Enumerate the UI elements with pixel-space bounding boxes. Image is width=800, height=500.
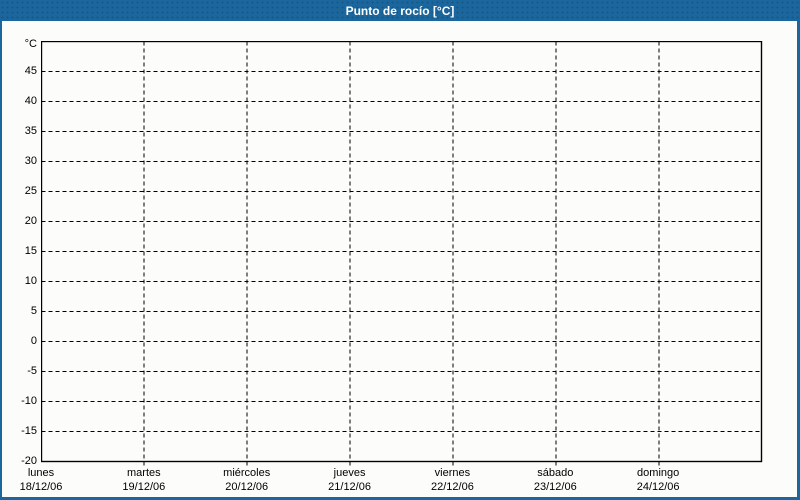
x-day-label: viernes 22/12/06 <box>431 466 474 494</box>
x-day-label: domingo 24/12/06 <box>637 466 680 494</box>
y-tick-label: 5 <box>30 305 37 317</box>
y-tick-label: 0 <box>30 335 37 347</box>
chart-area: °C 45 40 35 30 25 20 15 10 5 0 -5 -10 -15 -20 lunes 18/… <box>2 21 797 497</box>
y-axis-unit-label: °C <box>24 38 37 50</box>
y-tick-label: 20 <box>24 215 37 227</box>
day-name: sábado <box>537 467 574 479</box>
day-date: 23/12/06 <box>533 481 577 493</box>
y-tick-label: 10 <box>24 275 37 287</box>
day-date: 22/12/06 <box>431 481 474 493</box>
gridlines-and-axes <box>41 41 763 466</box>
dew-point-chart-widget: Punto de rocío [°C] °C 45 40 35 30 25 20 15 10 5 0… <box>0 0 800 500</box>
x-day-label: martes 19/12/06 <box>122 466 165 494</box>
day-date: 18/12/06 <box>19 481 63 493</box>
y-tick-label: 35 <box>24 125 37 137</box>
day-date: 20/12/06 <box>225 481 269 493</box>
y-tick-label: 40 <box>24 95 37 107</box>
day-name: jueves <box>333 467 366 479</box>
y-tick-label: -10 <box>21 395 37 407</box>
x-day-label: sábado 23/12/06 <box>534 466 577 494</box>
chart-title-bar: Punto de rocío [°C] <box>0 0 800 21</box>
plot-area <box>41 41 767 469</box>
day-name: viernes <box>434 467 471 479</box>
day-date: 21/12/06 <box>328 481 371 493</box>
y-tick-label: 25 <box>24 185 37 197</box>
day-date: 24/12/06 <box>636 481 680 493</box>
y-tick-label: -5 <box>27 365 37 377</box>
chart-title: Punto de rocío [°C] <box>345 3 455 18</box>
y-tick-label: 45 <box>24 65 37 77</box>
day-name: domingo <box>637 467 680 479</box>
y-tick-label: 15 <box>24 245 37 257</box>
day-name: martes <box>127 467 161 479</box>
day-name: miércoles <box>223 467 271 479</box>
day-date: 19/12/06 <box>122 481 166 493</box>
day-name: lunes <box>27 467 55 479</box>
y-tick-label: 30 <box>24 155 37 167</box>
x-day-label: lunes 18/12/06 <box>20 466 63 494</box>
y-tick-label: -15 <box>21 425 37 437</box>
x-day-label: miércoles 20/12/06 <box>223 466 270 494</box>
x-day-label: jueves 21/12/06 <box>328 466 371 494</box>
